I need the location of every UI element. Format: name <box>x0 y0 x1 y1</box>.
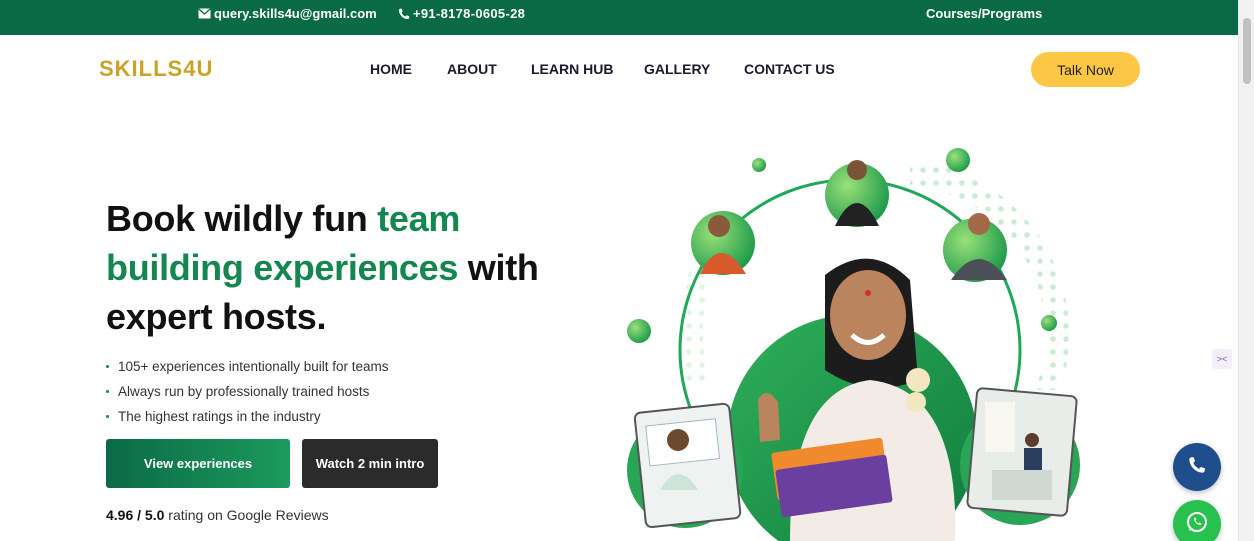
face <box>830 270 906 360</box>
contact-email[interactable]: query.skills4u@gmail.com <box>198 6 377 21</box>
desk <box>992 470 1052 500</box>
avatar-head <box>968 213 990 235</box>
top-contact-bar: query.skills4u@gmail.com +91-8178-0605-2… <box>0 0 1238 35</box>
sparkle-icon[interactable]: >< <box>1212 349 1232 369</box>
list-item: Always run by professionally trained hos… <box>106 379 389 404</box>
bullet-dot <box>106 390 109 393</box>
decor-ball <box>946 148 970 172</box>
decor-ball <box>1041 315 1057 331</box>
whatsapp-button[interactable] <box>1173 500 1221 541</box>
courses-programs-link[interactable]: Courses/Programs <box>926 6 1042 21</box>
avatar-head <box>847 160 867 180</box>
feature-text: The highest ratings in the industry <box>118 409 321 424</box>
nav-about[interactable]: ABOUT <box>447 61 497 77</box>
hero-illustration <box>627 148 1080 541</box>
hero-headline: Book wildly fun team building experience… <box>106 194 566 341</box>
window <box>985 402 1015 452</box>
phone-call-icon <box>1188 456 1206 479</box>
talk-now-button[interactable]: Talk Now <box>1031 52 1140 87</box>
avatar-head <box>708 215 730 237</box>
feature-text: Always run by professionally trained hos… <box>118 384 370 399</box>
headline-part-1: Book wildly fun <box>106 198 378 239</box>
phone-call-button[interactable] <box>1173 443 1221 491</box>
nav-home[interactable]: HOME <box>370 61 412 77</box>
person-head <box>1025 433 1039 447</box>
contact-phone-text: +91-8178-0605-28 <box>413 6 526 21</box>
decor-ball <box>627 319 651 343</box>
site-logo[interactable]: SKILLS4U <box>99 56 213 82</box>
google-rating: 4.96 / 5.0 rating on Google Reviews <box>106 507 329 523</box>
bullet-dot <box>106 365 109 368</box>
contact-email-text: query.skills4u@gmail.com <box>214 6 377 21</box>
feature-text: 105+ experiences intentionally built for… <box>118 359 389 374</box>
envelope-icon <box>198 8 211 19</box>
rating-text: rating on Google Reviews <box>164 507 329 523</box>
rating-value: 4.96 / 5.0 <box>106 507 165 523</box>
phone-icon <box>398 8 410 20</box>
flower-garland <box>906 368 930 392</box>
bindi <box>865 290 871 296</box>
watch-intro-button[interactable]: Watch 2 min intro <box>302 439 438 488</box>
thumb-up <box>758 392 780 442</box>
view-experiences-button[interactable]: View experiences <box>106 439 290 488</box>
list-item: The highest ratings in the industry <box>106 404 389 429</box>
decor-ball <box>752 158 766 172</box>
person-head <box>667 429 689 451</box>
scrollbar-thumb[interactable] <box>1243 18 1251 84</box>
bullet-dot <box>106 415 109 418</box>
nav-learn-hub[interactable]: LEARN HUB <box>531 61 613 77</box>
nav-gallery[interactable]: GALLERY <box>644 61 710 77</box>
feature-list: 105+ experiences intentionally built for… <box>106 354 389 429</box>
whatsapp-icon <box>1185 510 1209 539</box>
nav-contact-us[interactable]: CONTACT US <box>744 61 835 77</box>
flower-garland <box>906 392 926 412</box>
contact-phone[interactable]: +91-8178-0605-28 <box>398 6 525 21</box>
page-scrollbar[interactable] <box>1238 0 1254 541</box>
list-item: 105+ experiences intentionally built for… <box>106 354 389 379</box>
